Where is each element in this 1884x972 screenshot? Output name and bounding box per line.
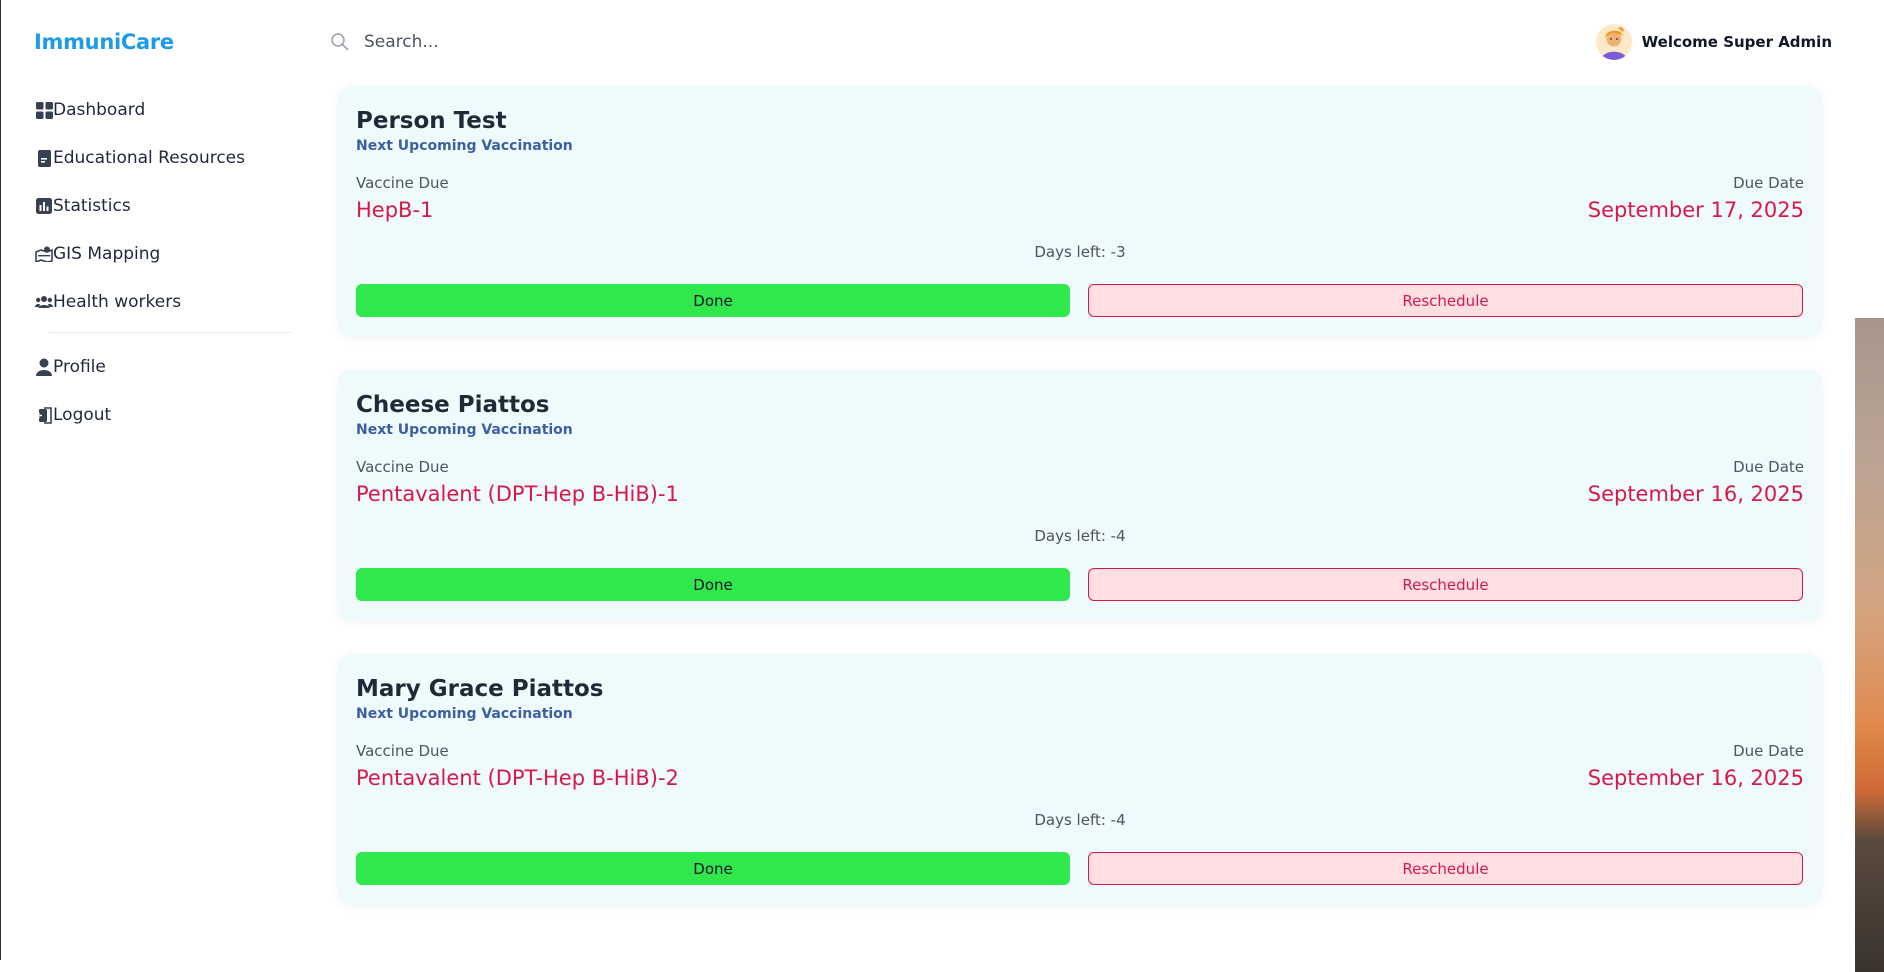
book-icon <box>35 149 53 167</box>
sidebar-divider <box>49 332 291 333</box>
sidebar-item-dashboard[interactable]: Dashboard <box>35 86 291 134</box>
welcome-text: Welcome Super Admin <box>1641 33 1832 51</box>
card-subtitle: Next Upcoming Vaccination <box>356 706 573 722</box>
sidebar: ImmuniCare Dashboard Educational Resourc… <box>0 0 300 960</box>
done-button[interactable]: Done <box>356 852 1070 885</box>
sidebar-item-profile[interactable]: Profile <box>35 343 291 391</box>
vaccine-due-label: Vaccine Due <box>356 174 449 192</box>
avatar[interactable] <box>1595 24 1632 60</box>
user-icon <box>35 358 53 376</box>
vaccination-card: Mary Grace Piattos Next Upcoming Vaccina… <box>338 654 1822 904</box>
brand-logo[interactable]: ImmuniCare <box>34 30 174 54</box>
due-date-label: Due Date <box>1733 458 1804 476</box>
due-date: September 16, 2025 <box>1587 766 1804 790</box>
sidebar-item-label: Logout <box>53 405 112 425</box>
days-left: Days left: -4 <box>1034 527 1126 545</box>
vaccination-cards: Person Test Next Upcoming Vaccination Va… <box>338 86 1822 938</box>
sidebar-item-label: Health workers <box>53 292 182 312</box>
sidebar-item-label: Statistics <box>53 196 131 216</box>
map-icon <box>35 245 53 263</box>
sidebar-item-logout[interactable]: Logout <box>35 391 291 439</box>
search-icon[interactable] <box>330 32 350 52</box>
reschedule-button[interactable]: Reschedule <box>1088 284 1803 317</box>
dashboard-grid-icon <box>35 101 53 119</box>
sidebar-item-label: Profile <box>53 357 106 377</box>
card-subtitle: Next Upcoming Vaccination <box>356 138 573 154</box>
search-input[interactable] <box>364 32 864 52</box>
done-button[interactable]: Done <box>356 284 1070 317</box>
card-subtitle: Next Upcoming Vaccination <box>356 422 573 438</box>
due-date: September 16, 2025 <box>1587 482 1804 506</box>
patient-name: Person Test <box>356 108 507 134</box>
reschedule-button[interactable]: Reschedule <box>1088 852 1803 885</box>
vaccine-due-label: Vaccine Due <box>356 458 449 476</box>
bar-chart-icon <box>35 197 53 215</box>
sidebar-item-health-workers[interactable]: Health workers <box>35 278 291 326</box>
reschedule-button[interactable]: Reschedule <box>1088 568 1803 601</box>
days-left: Days left: -4 <box>1034 811 1126 829</box>
user-menu[interactable]: Welcome Super Admin <box>1595 24 1832 60</box>
sidebar-item-gis-mapping[interactable]: GIS Mapping <box>35 230 291 278</box>
background-image <box>1855 318 1884 972</box>
due-date-label: Due Date <box>1733 742 1804 760</box>
done-button[interactable]: Done <box>356 568 1070 601</box>
sidebar-nav: Dashboard Educational Resources Statisti… <box>35 86 291 439</box>
logout-icon <box>35 406 53 424</box>
vaccine-name: Pentavalent (DPT-Hep B-HiB)-2 <box>356 766 679 790</box>
vaccination-card: Person Test Next Upcoming Vaccination Va… <box>338 86 1822 336</box>
patient-name: Cheese Piattos <box>356 392 550 418</box>
sidebar-item-label: Educational Resources <box>53 148 245 168</box>
patient-name: Mary Grace Piattos <box>356 676 604 702</box>
vaccination-card: Cheese Piattos Next Upcoming Vaccination… <box>338 370 1822 620</box>
vaccine-name: HepB-1 <box>356 198 434 222</box>
app-root: ImmuniCare Dashboard Educational Resourc… <box>0 0 1884 972</box>
due-date-label: Due Date <box>1733 174 1804 192</box>
sidebar-item-label: GIS Mapping <box>53 244 161 264</box>
vaccine-due-label: Vaccine Due <box>356 742 449 760</box>
days-left: Days left: -3 <box>1034 243 1126 261</box>
users-icon <box>35 293 53 311</box>
sidebar-item-label: Dashboard <box>53 100 146 120</box>
vaccine-name: Pentavalent (DPT-Hep B-HiB)-1 <box>356 482 679 506</box>
due-date: September 17, 2025 <box>1587 198 1804 222</box>
sidebar-item-statistics[interactable]: Statistics <box>35 182 291 230</box>
search-bar <box>330 28 930 56</box>
sidebar-item-educational-resources[interactable]: Educational Resources <box>35 134 291 182</box>
